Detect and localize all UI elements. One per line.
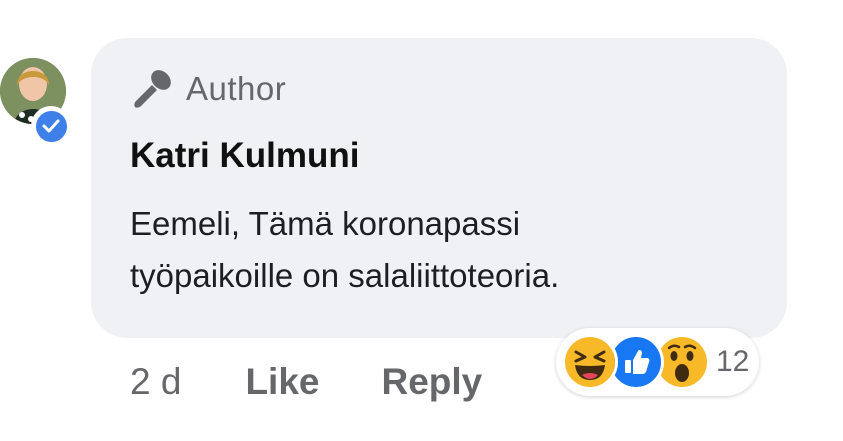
comment-text-line: Eemeli, Tämä koronapassi [130,205,521,242]
like-button[interactable]: Like [245,361,319,403]
verified-check-icon [35,110,67,142]
microphone-icon [130,66,176,112]
comment-text-line: työpaikoille on salaliittoteoria. [130,257,560,294]
comment: Author Katri Kulmuni Eemeli, Tämä korona… [0,0,843,441]
haha-icon [562,334,618,390]
reply-button[interactable]: Reply [381,361,482,403]
timestamp[interactable]: 2 d [130,361,181,403]
author-badge-label: Author [186,70,287,107]
reactions-summary[interactable]: 12 [556,328,760,396]
comment-actions: 2 d Like Reply [130,357,544,407]
verified-badge [31,106,71,146]
comment-text: Eemeli, Tämä koronapassi työpaikoille on… [130,198,750,302]
reaction-count: 12 [716,345,750,378]
author-badge: Author [130,66,286,112]
author-name[interactable]: Katri Kulmuni [130,136,359,176]
